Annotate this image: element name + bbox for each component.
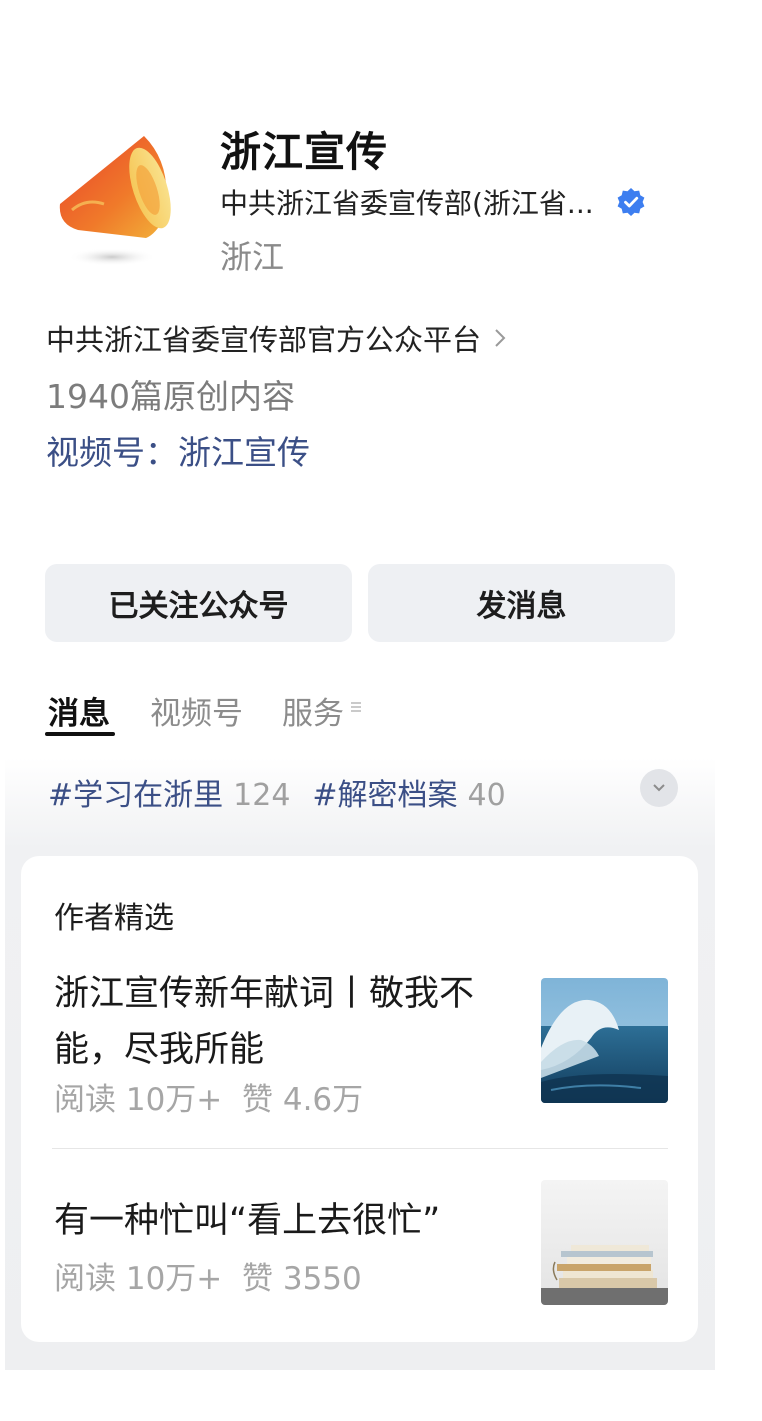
divider — [52, 1148, 668, 1149]
topic-count: 40 — [467, 778, 506, 813]
expand-topics-button[interactable] — [640, 769, 678, 807]
topic-tags: #学习在浙里 124 #解密档案 40 — [48, 770, 528, 814]
tab-messages[interactable]: 消息 — [48, 688, 110, 733]
account-description: 中共浙江省委宣传部官方公众平台 — [46, 323, 482, 357]
megaphone-logo-icon — [59, 136, 171, 266]
account-name: 浙江宣传 — [220, 128, 388, 176]
verified-badge-icon — [617, 188, 645, 216]
original-content-count: 1940篇原创内容 — [46, 377, 295, 416]
article-stats: 阅读 10万+ 赞 3550 — [54, 1253, 362, 1298]
topic-tag[interactable]: #解密档案 — [312, 770, 457, 814]
menu-lines-icon[interactable] — [349, 700, 363, 714]
account-description-row[interactable]: 中共浙江省委宣传部官方公众平台 — [46, 317, 509, 359]
topic-tag[interactable]: #学习在浙里 — [48, 770, 223, 814]
article-title[interactable]: 有一种忙叫“看上去很忙” — [54, 1192, 440, 1243]
chevron-down-icon — [653, 784, 665, 792]
account-org: 中共浙江省委宣传部(浙江省... — [220, 187, 594, 220]
tab-services[interactable]: 服务 — [282, 688, 344, 733]
article-thumbnail-ocean[interactable] — [541, 978, 668, 1103]
article-title[interactable]: 浙江宣传新年献词丨敬我不能，尽我所能 — [54, 966, 524, 1078]
article-likes: 赞 4.6万 — [242, 1082, 364, 1118]
chevron-right-icon — [495, 329, 506, 347]
video-channel-link[interactable]: 视频号：浙江宣传 — [46, 426, 310, 474]
article-reads: 阅读 10万+ — [54, 1261, 223, 1297]
followed-button[interactable]: 已关注公众号 — [45, 564, 352, 642]
article-stats: 阅读 10万+ 赞 4.6万 — [54, 1074, 363, 1119]
account-org-row[interactable]: 中共浙江省委宣传部(浙江省... — [220, 182, 646, 222]
topic-count: 124 — [233, 778, 291, 813]
account-region: 浙江 — [220, 238, 285, 276]
active-tab-indicator — [45, 732, 115, 736]
featured-title: 作者精选 — [54, 901, 174, 936]
tab-video-channel[interactable]: 视频号 — [150, 688, 243, 733]
account-logo[interactable] — [52, 126, 182, 276]
article-reads: 阅读 10万+ — [54, 1082, 223, 1118]
article-thumbnail-books[interactable] — [541, 1180, 668, 1305]
send-message-button[interactable]: 发消息 — [368, 564, 675, 642]
article-likes: 赞 3550 — [242, 1261, 362, 1297]
